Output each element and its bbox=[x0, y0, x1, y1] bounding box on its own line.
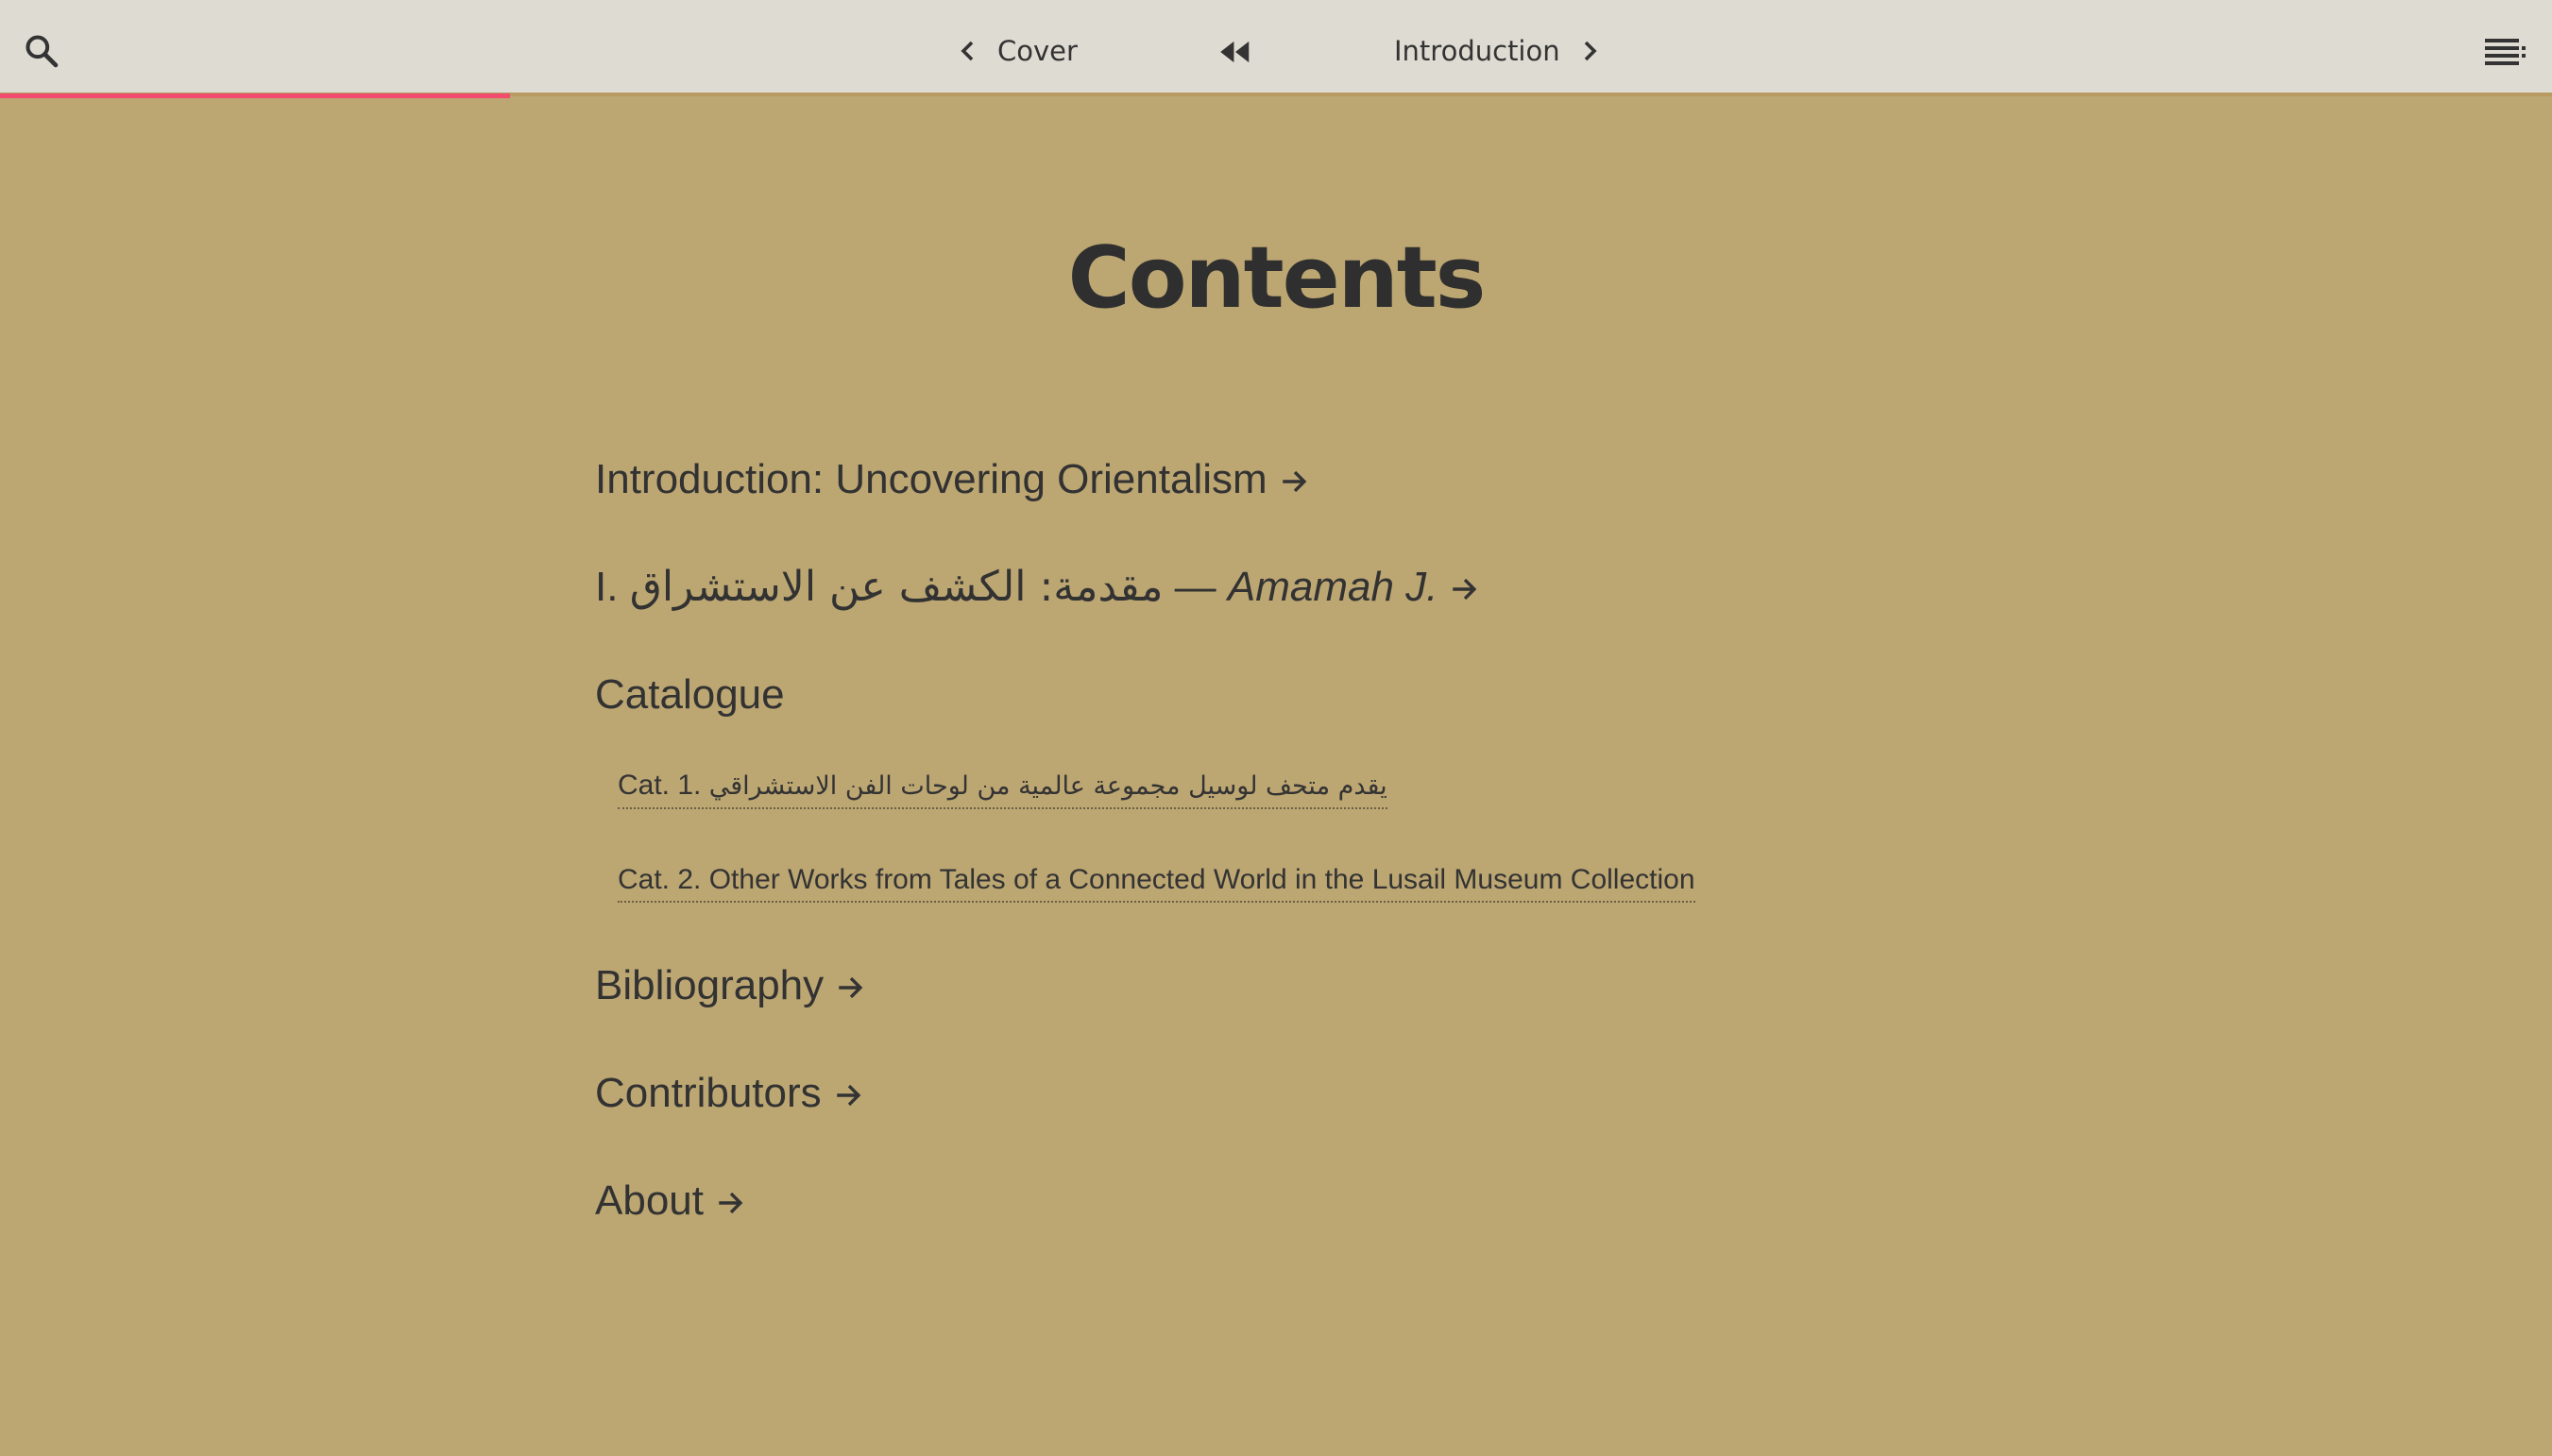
arrow-right-icon bbox=[719, 1193, 743, 1214]
toc-item-label: About bbox=[595, 1177, 704, 1224]
arrow-right-icon bbox=[836, 1085, 860, 1107]
previous-page-link[interactable]: Cover bbox=[956, 26, 1078, 76]
catalogue-item-arabic-title: يقدم متحف لوسيل مجموعة عالمية من لوحات ا… bbox=[708, 771, 1387, 801]
toc-catalogue-item-1[interactable]: Cat. 1. يقدم متحف لوسيل مجموعة عالمية من… bbox=[618, 767, 1387, 809]
toc-catalogue-item-2[interactable]: Cat. 2. Other Works from Tales of a Conn… bbox=[618, 861, 1695, 903]
toc-item-prefix: I. bbox=[595, 564, 630, 610]
arrow-right-icon bbox=[1282, 471, 1306, 493]
rewind-icon bbox=[1220, 41, 1250, 63]
toc-section-catalogue: Catalogue bbox=[595, 669, 785, 721]
toc-item-about[interactable]: About bbox=[595, 1175, 747, 1227]
toc-item-bibliography[interactable]: Bibliography bbox=[595, 959, 867, 1012]
toc-item-separator: — bbox=[1163, 564, 1228, 610]
previous-page-label: Cover bbox=[997, 35, 1078, 67]
page-title: Contents bbox=[1067, 229, 1487, 328]
top-navigation-bar: Cover Introduction bbox=[0, 0, 2552, 96]
next-page-label: Introduction bbox=[1394, 35, 1560, 67]
toc-item-arabic-title: مقدمة: الكشف عن الاستشراق bbox=[629, 563, 1164, 611]
chevron-left-icon bbox=[956, 39, 980, 63]
arrow-right-icon bbox=[1453, 579, 1477, 601]
search-button[interactable] bbox=[19, 28, 64, 74]
reading-progress-bar bbox=[0, 93, 511, 98]
chevron-right-icon bbox=[1577, 39, 1602, 63]
search-icon bbox=[26, 35, 59, 68]
next-page-link[interactable]: Introduction bbox=[1394, 26, 1602, 76]
catalogue-item-label: Cat. 2. Other Works from Tales of a Conn… bbox=[618, 864, 1695, 895]
toc-section-label: Catalogue bbox=[595, 671, 785, 718]
toc-item-label: Contributors bbox=[595, 1070, 822, 1116]
toc-item-label: Introduction: Uncovering Orientalism bbox=[595, 456, 1267, 502]
menu-icon bbox=[2485, 39, 2526, 65]
menu-button[interactable] bbox=[2482, 30, 2529, 72]
catalogue-item-prefix: Cat. 1. bbox=[618, 770, 709, 801]
toc-item-contributors[interactable]: Contributors bbox=[595, 1067, 865, 1120]
toc-item-introduction[interactable]: Introduction: Uncovering Orientalism bbox=[595, 453, 1311, 506]
first-page-button[interactable] bbox=[1215, 31, 1256, 73]
toc-item-arabic-introduction[interactable]: I. مقدمة: الكشف عن الاستشراق — Amamah J. bbox=[595, 561, 1481, 614]
toc-item-author: Amamah J. bbox=[1227, 564, 1438, 610]
arrow-right-icon bbox=[839, 977, 863, 999]
toc-item-label: Bibliography bbox=[595, 962, 825, 1008]
